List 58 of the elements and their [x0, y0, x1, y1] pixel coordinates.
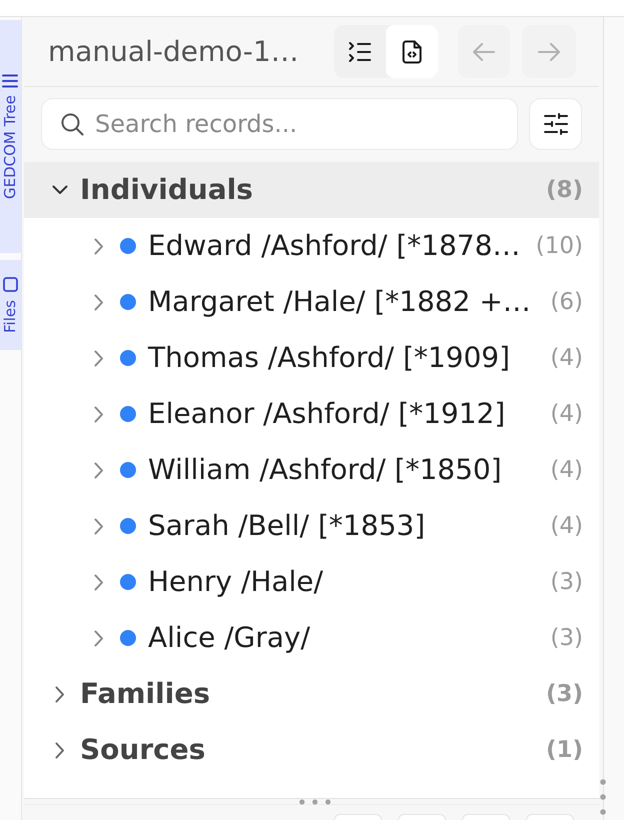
record-count: (3) — [549, 626, 583, 650]
drag-handle-icon[interactable] — [299, 799, 331, 805]
category-label: Individuals — [80, 176, 253, 204]
individual-name: Alice /Gray/ — [148, 624, 310, 652]
side-tab[interactable]: Files — [0, 260, 21, 350]
chevron-right-icon[interactable] — [55, 742, 65, 758]
record-count: (4) — [549, 458, 583, 482]
individual-name: Eleanor /Ashford/ [*1912] — [148, 400, 506, 428]
category-label: Families — [80, 680, 210, 708]
search-icon — [60, 112, 84, 136]
arrow-left-icon — [473, 42, 495, 60]
dot-icon — [120, 294, 136, 310]
chevron-right-icon[interactable] — [94, 238, 104, 254]
record-count: (1) — [546, 738, 583, 762]
record-count: (10) — [534, 234, 583, 258]
chevron-right-icon[interactable] — [94, 406, 104, 422]
chevron-right-icon[interactable] — [55, 686, 65, 702]
individual-name: William /Ashford/ [*1850] — [148, 456, 502, 484]
list-icon — [2, 74, 18, 88]
chevron-right-icon[interactable] — [94, 518, 104, 534]
dot-icon — [120, 350, 136, 366]
individual-name: Thomas /Ashford/ [*1909] — [148, 344, 510, 372]
side-tab[interactable]: GEDCOM Tree — [0, 20, 21, 253]
chevron-down-icon[interactable] — [52, 185, 68, 195]
resize-handle-icon[interactable] — [600, 779, 606, 815]
dot-icon — [120, 462, 136, 478]
chevron-right-icon[interactable] — [94, 574, 104, 590]
record-count: (6) — [549, 290, 583, 314]
individual-name: Margaret /Hale/ [*1882 +… — [148, 288, 531, 316]
dot-icon — [120, 574, 136, 590]
chevron-right-icon[interactable] — [94, 294, 104, 310]
list-icon — [348, 40, 372, 62]
dot-icon — [120, 406, 136, 422]
individual-name: Edward /Ashford/ [*1878… — [148, 232, 520, 260]
chevron-right-icon[interactable] — [94, 350, 104, 366]
record-count: (3) — [549, 570, 583, 594]
search-field[interactable]: Search records... — [41, 98, 518, 150]
square-icon — [3, 277, 18, 292]
dot-icon — [120, 238, 136, 254]
sliders-icon — [544, 113, 568, 135]
record-count: (8) — [546, 178, 583, 202]
individual-name: Sarah /Bell/ [*1853] — [148, 512, 426, 540]
filter-button[interactable] — [529, 98, 582, 150]
dot-icon — [120, 630, 136, 646]
individual-name: Henry /Hale/ — [148, 568, 324, 596]
chevron-right-icon[interactable] — [94, 630, 104, 646]
record-count: (3) — [546, 682, 583, 706]
tree-group-row[interactable]: Individuals (8) — [24, 162, 599, 218]
file-code-icon — [402, 40, 422, 64]
category-label: Sources — [80, 736, 206, 764]
view-toggle-button[interactable] — [386, 25, 438, 78]
record-count: (4) — [549, 514, 583, 538]
arrow-right-icon — [538, 42, 560, 60]
chevron-right-icon[interactable] — [94, 462, 104, 478]
record-count: (4) — [549, 402, 583, 426]
dot-icon — [120, 518, 136, 534]
file-title: manual-demo-1… — [48, 38, 299, 66]
record-count: (4) — [549, 346, 583, 370]
